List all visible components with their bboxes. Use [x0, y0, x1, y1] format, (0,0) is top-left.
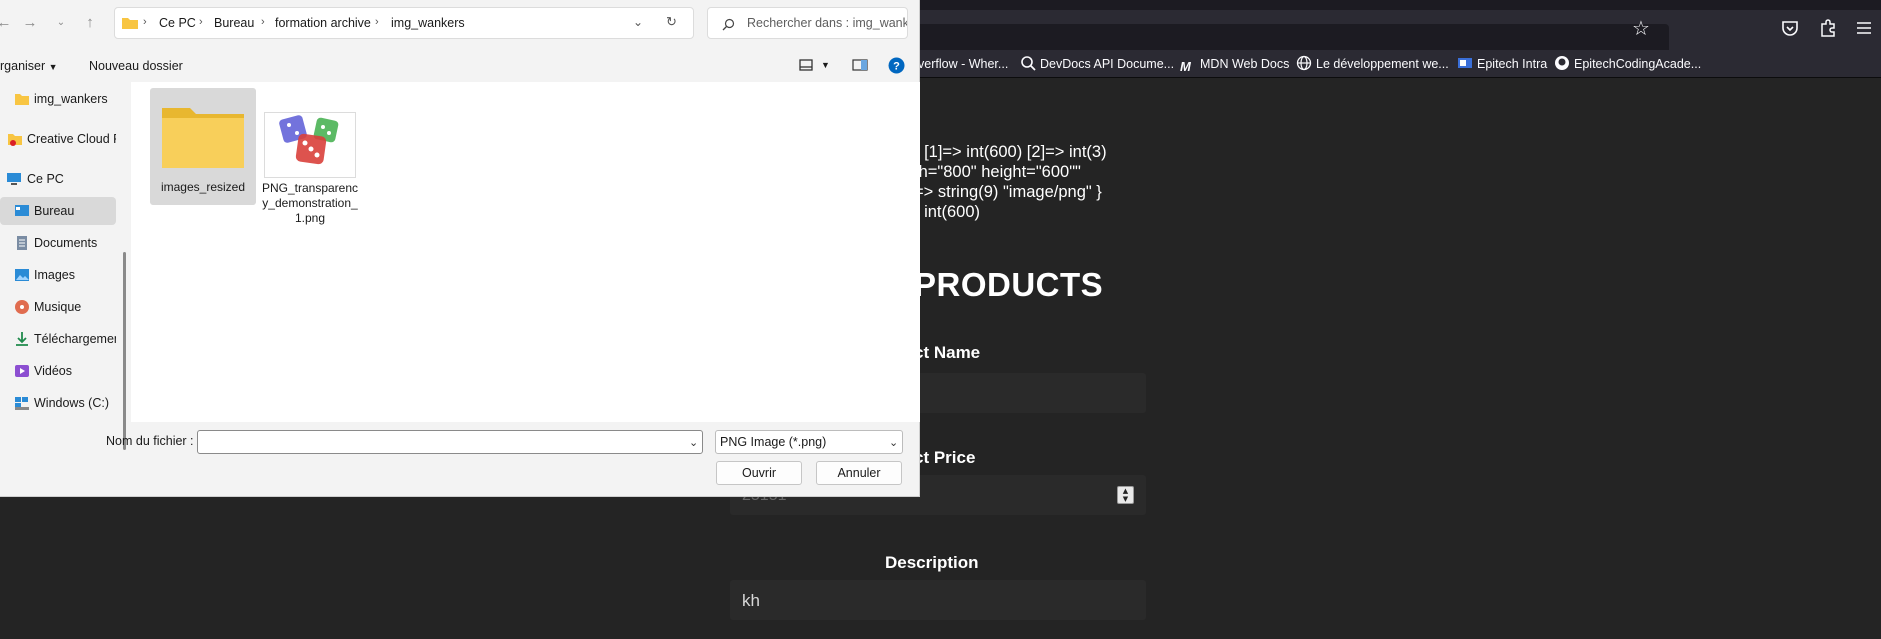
chevron-down-icon[interactable]: ⌄: [633, 15, 643, 29]
up-button[interactable]: ↑: [80, 14, 100, 32]
bookmark-item[interactable]: verflow - Wher...: [918, 55, 1008, 73]
pocket-icon[interactable]: [1780, 18, 1800, 38]
sidebar-item-musique[interactable]: Musique: [0, 293, 116, 321]
product-price-label: ct Price: [914, 448, 976, 467]
images-icon: [15, 269, 29, 281]
breadcrumb-item[interactable]: img_wankers: [391, 16, 465, 30]
command-bar: rganiser ▼ Nouveau dossier ▼ ?: [0, 50, 920, 82]
download-icon: [16, 332, 28, 346]
creative-cloud-icon: [8, 134, 22, 146]
view-dropdown-icon[interactable]: ▼: [821, 60, 830, 70]
help-icon[interactable]: ?: [888, 57, 905, 74]
bookmark-item[interactable]: DevDocs API Docume...: [1020, 55, 1174, 73]
forward-button[interactable]: →: [20, 14, 40, 32]
breadcrumb-item[interactable]: formation archive: [275, 16, 371, 30]
filename-label: Nom du fichier :: [106, 434, 194, 448]
bookmark-item[interactable]: EpitechCodingAcade...: [1554, 55, 1701, 73]
folder-icon: [122, 18, 138, 29]
chevron-down-icon[interactable]: ⌄: [689, 436, 698, 449]
view-options-icon[interactable]: [799, 59, 813, 71]
cancel-button[interactable]: Annuler: [816, 461, 902, 485]
folder-icon: [162, 108, 244, 168]
price-spinner[interactable]: ▲ ▼: [1117, 486, 1134, 504]
description-input[interactable]: [730, 580, 1146, 620]
desktop-icon: [15, 205, 29, 216]
file-item-folder[interactable]: images_resized: [150, 88, 256, 205]
chevron-down-icon: ⌄: [889, 437, 899, 449]
sidebar-scrollbar[interactable]: [123, 252, 126, 450]
refresh-icon[interactable]: ↻: [666, 14, 677, 30]
folder-icon: [15, 94, 29, 105]
sidebar-item-documents[interactable]: Documents: [0, 229, 116, 257]
file-open-dialog: ← → ⌄ ↑ › Ce PC › Bureau › formation arc…: [0, 0, 920, 497]
bookmark-star-icon[interactable]: ☆: [1630, 16, 1652, 40]
drive-icon: [15, 397, 29, 410]
music-icon: [15, 300, 29, 314]
image-thumbnail: [264, 112, 356, 178]
dice-image-icon: [279, 115, 339, 165]
new-folder-button[interactable]: Nouveau dossier: [89, 59, 183, 73]
svg-text:?: ?: [893, 61, 900, 73]
sidebar-item-bureau[interactable]: Bureau: [0, 197, 116, 225]
bookmark-item[interactable]: M MDN Web Docs: [1180, 55, 1289, 74]
description-value: kh: [742, 591, 760, 610]
github-icon: [1555, 56, 1569, 70]
var-dump-line: => string(9) "image/png" }: [914, 183, 1102, 201]
sidebar-item-windows-c[interactable]: Windows (C:): [0, 389, 116, 417]
product-name-label: ct Name: [914, 343, 981, 362]
videos-icon: [15, 365, 29, 377]
extensions-icon[interactable]: [1818, 18, 1838, 38]
address-bar[interactable]: › Ce PC › Bureau › formation archive › i…: [114, 7, 694, 39]
bookmark-item[interactable]: Le développement we...: [1296, 55, 1449, 73]
menu-icon[interactable]: [1854, 18, 1874, 38]
description-label: Description: [885, 553, 979, 572]
page-title: PRODUCTS: [914, 266, 1104, 303]
computer-icon: [7, 173, 21, 185]
epitech-icon: [1458, 58, 1472, 68]
filetype-select[interactable]: PNG Image (*.png) ⌄: [715, 430, 903, 454]
sidebar-item-ce-pc[interactable]: Ce PC: [0, 165, 116, 193]
var-dump-line: th="800" height="600"": [914, 163, 1081, 181]
var-dump-line: ) [1]=> int(600) [2]=> int(3): [914, 143, 1107, 161]
preview-pane-icon[interactable]: [852, 59, 868, 71]
breadcrumb-item[interactable]: Bureau: [214, 16, 254, 30]
globe-icon: [1296, 55, 1312, 71]
devdocs-icon: [1021, 56, 1036, 71]
sidebar-item-telechargements[interactable]: Téléchargemen: [0, 325, 116, 353]
back-button[interactable]: ←: [0, 14, 14, 32]
sidebar-item-images[interactable]: Images: [0, 261, 116, 289]
sidebar-item-img-wankers[interactable]: img_wankers: [0, 85, 116, 113]
search-icon: [722, 18, 735, 31]
var-dump-line: ) int(600): [914, 203, 981, 221]
file-list: images_resized PNG_transparency_demonstr…: [131, 82, 920, 422]
filename-input[interactable]: ⌄: [197, 430, 703, 454]
documents-icon: [17, 236, 27, 250]
breadcrumb-item[interactable]: Ce PC: [159, 16, 196, 30]
mdn-icon: M: [1180, 59, 1191, 74]
navigation-pane: img_wankers Creative Cloud F Ce PC Burea…: [0, 82, 130, 450]
file-item-png[interactable]: PNG_transparency_demonstration_1.png: [257, 112, 363, 226]
organize-button[interactable]: rganiser ▼: [0, 59, 58, 73]
search-input[interactable]: Rechercher dans : img_wank...: [707, 7, 908, 39]
sidebar-item-videos[interactable]: Vidéos: [0, 357, 116, 385]
bookmark-item[interactable]: Epitech Intra: [1457, 55, 1547, 73]
recent-locations-button[interactable]: ⌄: [51, 14, 71, 32]
sidebar-item-creative-cloud[interactable]: Creative Cloud F: [0, 125, 116, 153]
open-button[interactable]: Ouvrir: [716, 461, 802, 485]
